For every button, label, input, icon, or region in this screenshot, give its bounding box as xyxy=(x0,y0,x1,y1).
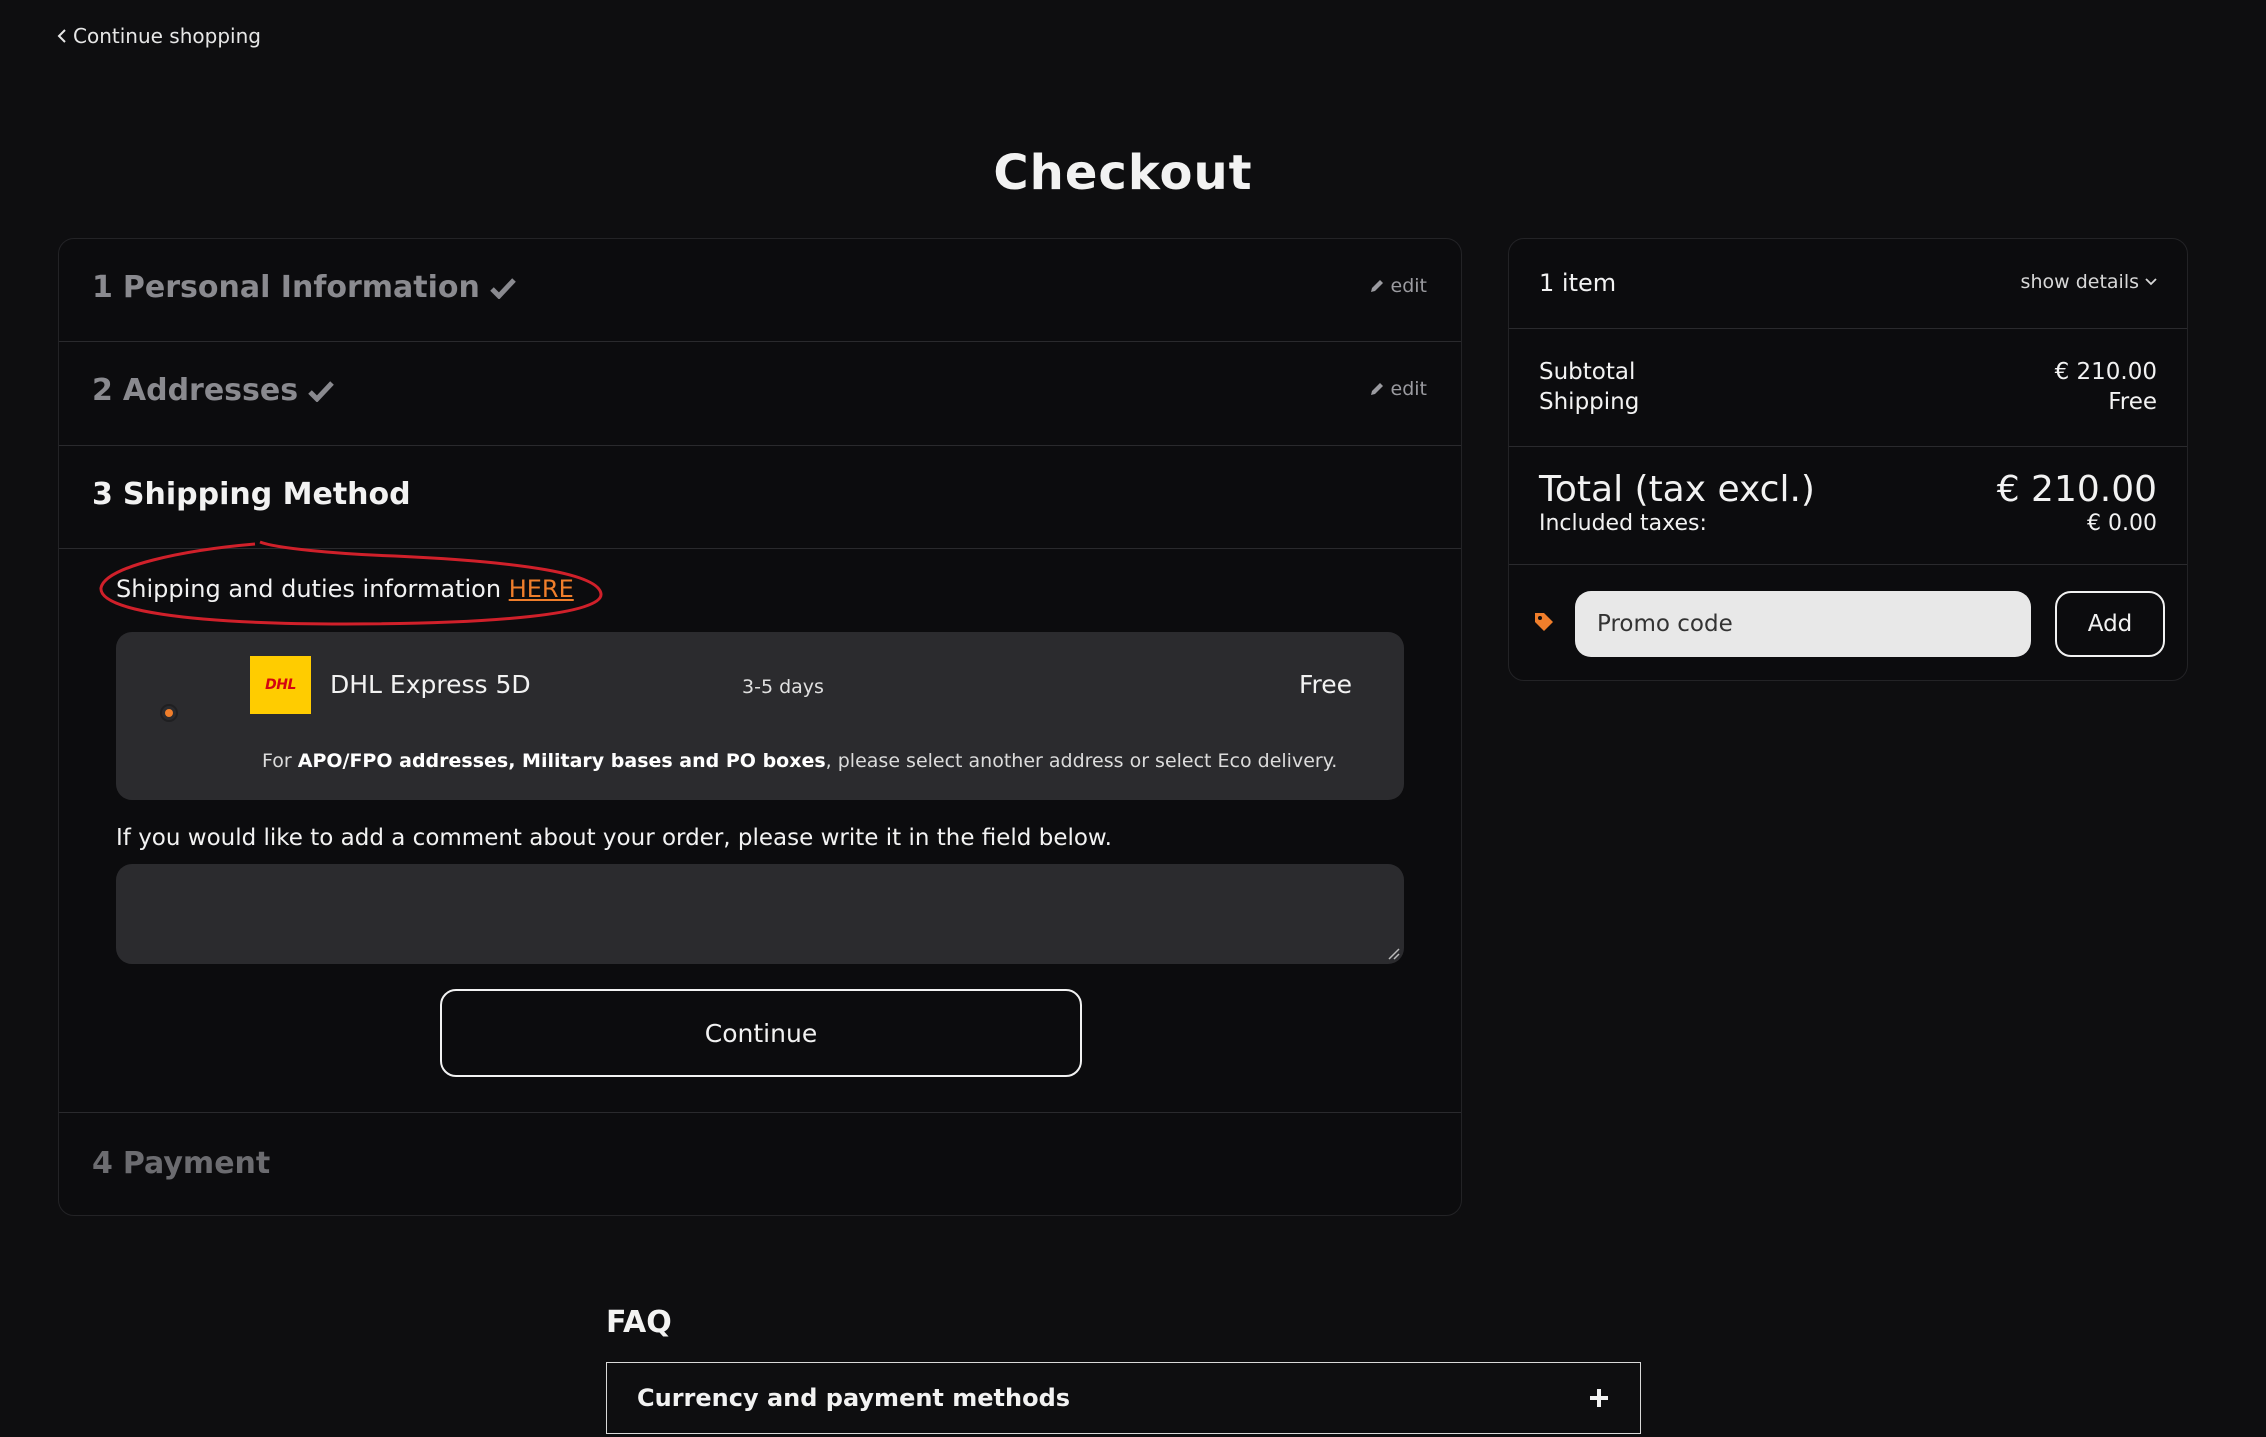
step-number: 4 xyxy=(92,1146,113,1181)
plus-icon xyxy=(1590,1389,1608,1407)
continue-shopping-link[interactable]: Continue shopping xyxy=(57,24,261,48)
total-value: € 210.00 xyxy=(1996,469,2157,510)
step-label: Addresses xyxy=(122,373,299,408)
order-summary: 1 item show details Subtotal € 210.00 Sh… xyxy=(1508,238,2188,681)
step-shipping-method: 3 Shipping Method xyxy=(59,446,1461,549)
shipping-duties-info: Shipping and duties information HERE xyxy=(116,575,574,603)
note-prefix: For xyxy=(262,750,298,772)
faq-title: FAQ xyxy=(606,1305,672,1340)
shipping-value: Free xyxy=(2108,389,2157,415)
subtotal-value: € 210.00 xyxy=(2054,359,2157,385)
carrier-price: Free xyxy=(1298,670,1352,699)
shipping-label: Shipping xyxy=(1539,389,1640,415)
step-addresses[interactable]: 2 Addresses edit xyxy=(59,342,1461,446)
dhl-logo-text: DHL xyxy=(265,677,296,693)
continue-button[interactable]: Continue xyxy=(440,989,1082,1077)
carrier-radio[interactable] xyxy=(160,704,178,722)
step-number: 2 xyxy=(92,373,113,408)
edit-personal-information-button[interactable]: edit xyxy=(1369,275,1427,297)
pencil-icon xyxy=(1370,280,1383,292)
carrier-delay: 3-5 days xyxy=(742,676,824,698)
summary-items-row: 1 item show details xyxy=(1509,239,2187,329)
comment-label: If you would like to add a comment about… xyxy=(116,825,1112,851)
subtotal-label: Subtotal xyxy=(1539,359,1636,385)
taxes-value: € 0.00 xyxy=(2087,511,2157,536)
promo-code-input[interactable] xyxy=(1575,591,2031,657)
order-comment-textarea[interactable] xyxy=(116,864,1404,964)
resize-handle-icon[interactable] xyxy=(1384,944,1400,960)
shipping-info-link[interactable]: HERE xyxy=(509,575,574,603)
step-personal-information[interactable]: 1 Personal Information edit xyxy=(59,239,1461,342)
step-title: 2 Addresses xyxy=(92,373,334,408)
promo-add-button[interactable]: Add xyxy=(2055,591,2165,657)
carrier-name: DHL Express 5D xyxy=(330,670,531,699)
shipping-info-text: Shipping and duties information xyxy=(116,575,502,603)
edit-addresses-button[interactable]: edit xyxy=(1369,378,1427,400)
items-count: 1 item xyxy=(1539,269,1617,297)
faq-item-currency-payment[interactable]: Currency and payment methods xyxy=(606,1362,1641,1434)
step-title: 3 Shipping Method xyxy=(92,477,411,512)
step-number: 1 xyxy=(92,270,113,305)
summary-subtotals: Subtotal € 210.00 Shipping Free xyxy=(1509,329,2187,447)
continue-shopping-label: Continue shopping xyxy=(73,24,261,48)
carrier-option-dhl[interactable]: DHL DHL Express 5D 3-5 days Free For APO… xyxy=(116,632,1404,800)
chevron-left-icon xyxy=(57,29,66,43)
step-payment[interactable]: 4 Payment xyxy=(59,1112,1461,1215)
note-bold: APO/FPO addresses, Military bases and PO… xyxy=(297,750,826,772)
faq-item-label: Currency and payment methods xyxy=(637,1384,1071,1412)
note-suffix: , please select another address or selec… xyxy=(825,750,1338,772)
step-label: Personal Information xyxy=(122,270,480,305)
total-label: Total (tax excl.) xyxy=(1539,469,1815,510)
step-label: Shipping Method xyxy=(122,477,411,512)
step-label: Payment xyxy=(122,1146,271,1181)
edit-label: edit xyxy=(1390,378,1427,400)
pencil-icon xyxy=(1370,383,1383,395)
step-number: 3 xyxy=(92,477,113,512)
show-details-label: show details xyxy=(2020,271,2139,293)
checkmark-icon xyxy=(308,380,334,402)
taxes-label: Included taxes: xyxy=(1539,511,1707,536)
checkmark-icon xyxy=(490,277,516,299)
show-details-toggle[interactable]: show details xyxy=(2021,271,2157,293)
step-title: 1 Personal Information xyxy=(92,270,516,305)
chevron-down-icon xyxy=(2145,278,2157,286)
edit-label: edit xyxy=(1390,275,1427,297)
tag-icon xyxy=(1535,613,1553,631)
dhl-logo: DHL xyxy=(250,656,311,714)
summary-total: Total (tax excl.) € 210.00 Included taxe… xyxy=(1509,447,2187,565)
page-title: Checkout xyxy=(993,145,1253,201)
carrier-note: For APO/FPO addresses, Military bases an… xyxy=(262,750,1337,772)
step-title: 4 Payment xyxy=(92,1146,270,1181)
radio-selected-dot xyxy=(165,709,173,717)
